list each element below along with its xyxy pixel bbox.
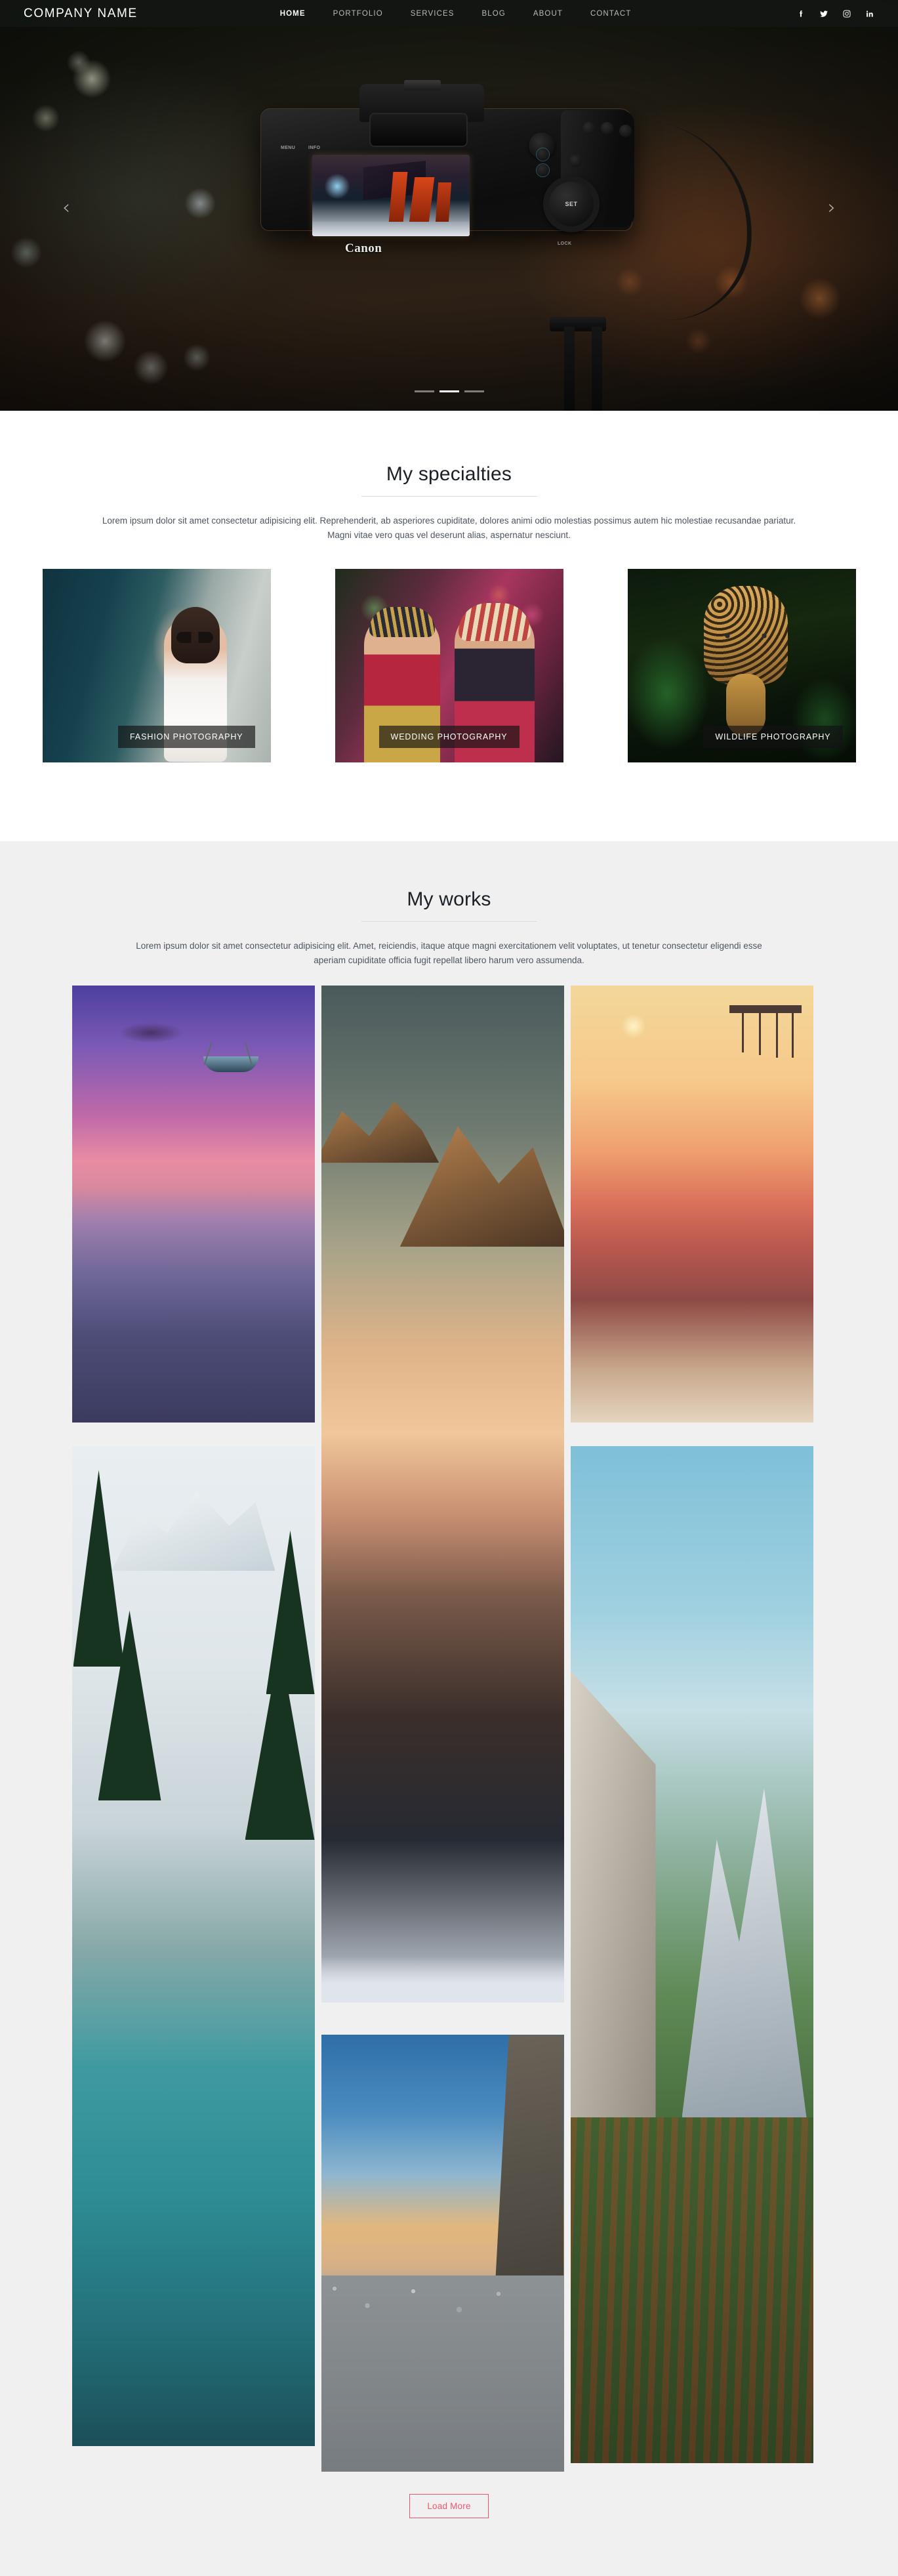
main-navigation: HOME PORTFOLIO SERVICES BLOG ABOUT CONTA…	[266, 10, 645, 18]
title-divider	[361, 496, 537, 497]
specialties-title: My specialties	[386, 463, 512, 485]
nav-item-about[interactable]: ABOUT	[520, 10, 577, 18]
nav-item-home[interactable]: HOME	[266, 10, 319, 18]
works-description: Lorem ipsum dolor sit amet consectetur a…	[136, 940, 762, 965]
top-navigation-bar: COMPANY NAME HOME PORTFOLIO SERVICES BLO…	[0, 0, 898, 27]
carousel-next-arrow[interactable]: ›	[828, 198, 836, 218]
carousel-prev-arrow[interactable]: ‹	[62, 198, 70, 218]
specialty-caption-fashion: FASHION PHOTOGRAPHY	[118, 725, 255, 748]
specialty-caption-wedding: WEDDING PHOTOGRAPHY	[378, 725, 520, 748]
linkedin-icon[interactable]	[865, 9, 874, 18]
groom-turban-detail	[458, 602, 531, 641]
hero-carousel: MENU INFO LOCK Canon COMPANY NAME HOME P…	[0, 0, 898, 411]
specialties-description: Lorem ipsum dolor sit amet consectetur a…	[102, 516, 796, 540]
nav-item-portfolio[interactable]: PORTFOLIO	[319, 10, 397, 18]
carousel-indicator-3[interactable]	[464, 390, 484, 392]
site-logo[interactable]: COMPANY NAME	[24, 7, 138, 21]
specialty-card-fashion[interactable]: FASHION PHOTOGRAPHY	[42, 568, 271, 762]
specialties-header: My specialties	[0, 463, 898, 497]
nav-item-contact[interactable]: CONTACT	[577, 10, 645, 18]
twitter-icon[interactable]	[819, 9, 828, 18]
specialties-section: My specialties Lorem ipsum dolor sit ame…	[0, 411, 898, 841]
specialty-card-wedding[interactable]: WEDDING PHOTOGRAPHY	[335, 568, 563, 762]
nav-item-blog[interactable]: BLOG	[468, 10, 520, 18]
gallery-item-snowy-lake-with-pines[interactable]	[71, 1446, 315, 2447]
gallery-item-rocky-beach-at-dusk[interactable]	[321, 2035, 564, 2472]
nav-item-services[interactable]: SERVICES	[397, 10, 468, 18]
sunglasses-detail	[176, 631, 213, 643]
specialties-card-row: FASHION PHOTOGRAPHY WEDDING PHOTOGRAPHY …	[0, 568, 898, 762]
title-divider	[361, 921, 537, 922]
instagram-icon[interactable]	[842, 9, 851, 18]
carousel-indicator-2[interactable]	[439, 390, 459, 392]
social-links	[796, 9, 874, 18]
hero-vignette-overlay	[0, 0, 898, 411]
works-gallery-grid	[71, 986, 827, 2472]
load-more-container: Load More	[0, 2472, 898, 2537]
works-header: My works	[0, 888, 898, 922]
load-more-button[interactable]: Load More	[409, 2494, 489, 2519]
gallery-item-mountain-range-above-clouds[interactable]	[321, 986, 564, 2003]
specialty-card-wildlife[interactable]: WILDLIFE PHOTOGRAPHY	[627, 568, 856, 762]
carousel-indicators	[0, 390, 898, 392]
works-title: My works	[407, 888, 491, 910]
carousel-indicator-1[interactable]	[414, 390, 434, 392]
bride-headpiece-detail	[369, 606, 435, 637]
gallery-item-pier-at-sunset[interactable]	[570, 986, 813, 1423]
gallery-item-yosemite-valley[interactable]	[570, 1446, 813, 2464]
works-section: My works Lorem ipsum dolor sit amet cons…	[0, 841, 898, 2576]
specialty-caption-wildlife: WILDLIFE PHOTOGRAPHY	[703, 725, 843, 748]
gallery-item-boat-at-sunset[interactable]	[71, 986, 315, 1423]
facebook-icon[interactable]	[796, 9, 806, 18]
